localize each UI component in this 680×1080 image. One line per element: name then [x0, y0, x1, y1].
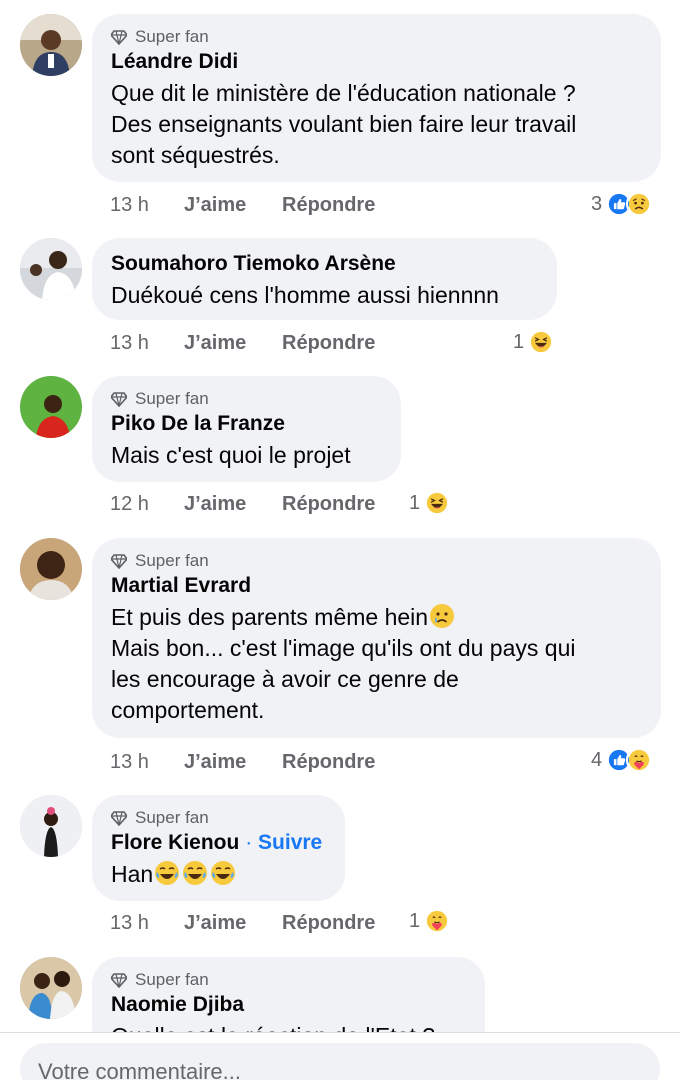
- comment-input[interactable]: Votre commentaire...: [20, 1043, 660, 1080]
- diamond-icon: [111, 973, 127, 988]
- comment-time[interactable]: 13 h: [110, 751, 184, 774]
- comment-time[interactable]: 13 h: [110, 194, 184, 217]
- comment-time[interactable]: 12 h: [110, 493, 184, 516]
- badge-label: Super fan: [135, 389, 209, 408]
- reaction-count: 1: [409, 909, 421, 932]
- comment-text: Quelle est la réaction de l'Etat ?: [111, 1021, 465, 1032]
- comment-actions: 12 h J’aime Répondre: [110, 493, 375, 516]
- comment-bubble: Super fan Flore Kienou · Suivre Han: [92, 795, 345, 901]
- comment-bubble: Super fan Léandre Didi Que dit le minist…: [92, 14, 661, 182]
- comment-time[interactable]: 13 h: [110, 912, 184, 935]
- comment-author[interactable]: Naomie Djiba: [111, 991, 465, 1019]
- comment-author[interactable]: Léandre Didi: [111, 48, 641, 76]
- sad-icon: [626, 191, 653, 217]
- super-fan-badge: Super fan: [111, 807, 325, 829]
- like-button[interactable]: J’aime: [184, 912, 282, 935]
- diamond-icon: [111, 554, 127, 569]
- avatar[interactable]: [20, 238, 82, 300]
- reply-button[interactable]: Répondre: [282, 493, 375, 516]
- reply-button[interactable]: Répondre: [282, 751, 375, 774]
- comment-6: Super fan Naomie Djiba Quelle est la réa…: [0, 957, 680, 1032]
- comment-text: Et puis des parents même hein Mais bon..…: [111, 604, 576, 723]
- tears-of-joy-icon: [211, 861, 236, 885]
- comment-text: Duékoué cens l'homme aussi hiennnn: [111, 282, 499, 308]
- comment-actions: 13 h J’aime Répondre: [110, 194, 375, 217]
- reaction-count: 1: [513, 330, 525, 353]
- comment-author[interactable]: Martial Evrard: [111, 572, 641, 600]
- avatar[interactable]: [20, 376, 82, 438]
- badge-label: Super fan: [135, 808, 209, 827]
- haha-icon: [528, 329, 555, 355]
- badge-label: Super fan: [135, 27, 209, 46]
- comment-author: Flore Kienou · Suivre: [111, 831, 323, 854]
- super-fan-badge: Super fan: [111, 969, 465, 991]
- comment-composer: Votre commentaire...: [0, 1032, 680, 1080]
- diamond-icon: [111, 30, 127, 45]
- reaction-count: 3: [591, 192, 603, 215]
- super-fan-badge: Super fan: [111, 388, 381, 410]
- reaction-summary[interactable]: 3: [591, 191, 653, 217]
- like-button[interactable]: J’aime: [184, 332, 282, 355]
- comment-time[interactable]: 13 h: [110, 332, 184, 355]
- reply-button[interactable]: Répondre: [282, 912, 375, 935]
- reaction-summary[interactable]: 1: [409, 908, 451, 934]
- reaction-summary[interactable]: 4: [591, 747, 653, 773]
- reaction-count: 1: [409, 491, 421, 514]
- diamond-icon: [111, 811, 127, 826]
- comment-actions: 13 h J’aime Répondre: [110, 332, 375, 355]
- reaction-count: 4: [591, 748, 603, 771]
- comment-bubble: Super fan Martial Evrard Et puis des par…: [92, 538, 661, 738]
- like-button[interactable]: J’aime: [184, 493, 282, 516]
- care-icon: [626, 747, 653, 773]
- comment-actions: 13 h J’aime Répondre: [110, 751, 375, 774]
- like-button[interactable]: J’aime: [184, 751, 282, 774]
- comment-bubble: Soumahoro Tiemoko Arsène Duékoué cens l'…: [92, 238, 557, 320]
- comment-author[interactable]: Piko De la Franze: [111, 410, 381, 438]
- badge-label: Super fan: [135, 970, 209, 989]
- reply-button[interactable]: Répondre: [282, 194, 375, 217]
- author-name[interactable]: Flore Kienou: [111, 831, 239, 854]
- haha-icon: [424, 490, 451, 516]
- tears-of-joy-icon: [155, 861, 180, 885]
- like-button[interactable]: J’aime: [184, 194, 282, 217]
- comment-text: Que dit le ministère de l'éducation nati…: [111, 80, 577, 168]
- reaction-summary[interactable]: 1: [513, 329, 555, 355]
- reaction-summary[interactable]: 1: [409, 490, 451, 516]
- diamond-icon: [111, 392, 127, 407]
- comment-bubble: Super fan Naomie Djiba Quelle est la réa…: [92, 957, 485, 1032]
- comment-actions: 13 h J’aime Répondre: [110, 912, 375, 935]
- care-icon: [424, 908, 451, 934]
- comment-text: Mais c'est quoi le projet: [111, 442, 351, 468]
- avatar[interactable]: [20, 795, 82, 857]
- comment-author[interactable]: Soumahoro Tiemoko Arsène: [111, 250, 537, 278]
- super-fan-badge: Super fan: [111, 26, 641, 48]
- super-fan-badge: Super fan: [111, 550, 641, 572]
- crying-face-icon: [430, 604, 455, 628]
- comment-bubble: Super fan Piko De la Franze Mais c'est q…: [92, 376, 401, 482]
- avatar[interactable]: [20, 14, 82, 76]
- avatar[interactable]: [20, 538, 82, 600]
- tears-of-joy-icon: [183, 861, 208, 885]
- badge-label: Super fan: [135, 551, 209, 570]
- avatar[interactable]: [20, 957, 82, 1019]
- follow-button[interactable]: Suivre: [258, 831, 322, 854]
- comment-text: Han: [111, 859, 325, 890]
- reply-button[interactable]: Répondre: [282, 332, 375, 355]
